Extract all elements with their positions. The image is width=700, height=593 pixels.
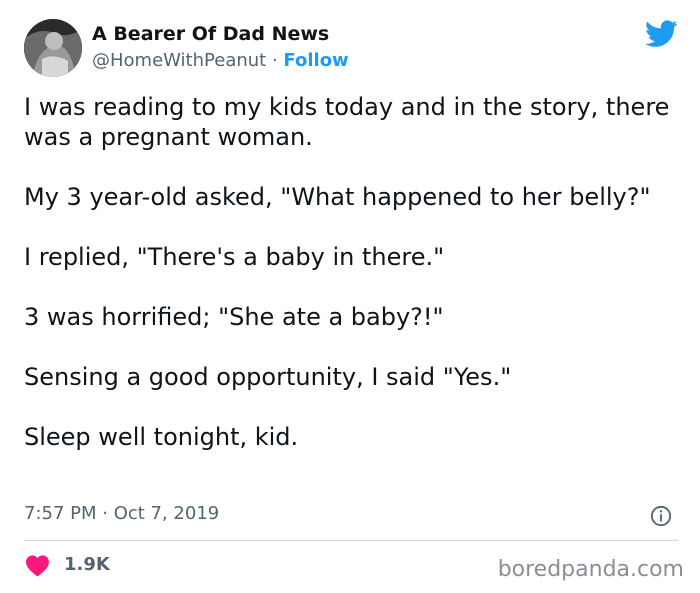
tweet-paragraph: 3 was horrified; "She ate a baby?!" — [24, 303, 444, 331]
tweet-text: I was reading to my kids today and in th… — [24, 92, 684, 452]
tweet-paragraph: My 3 year-old asked, "What happened to h… — [24, 183, 651, 211]
tweet-paragraph: I was reading to my kids today and in th… — [24, 93, 670, 151]
like-count[interactable]: 1.9K — [64, 554, 110, 575]
tweet-paragraph: Sleep well tonight, kid. — [24, 423, 299, 451]
avatar-image — [24, 19, 82, 77]
twitter-bird-icon[interactable] — [645, 20, 678, 48]
tweet-timestamp[interactable]: 7:57 PM · Oct 7, 2019 — [24, 503, 219, 524]
follow-button[interactable]: Follow — [283, 50, 348, 71]
author-meta: @HomeWithPeanut · Follow — [92, 50, 349, 71]
tweet-card: A Bearer Of Dad News @HomeWithPeanut · F… — [0, 0, 700, 593]
source-watermark: boredpanda.com — [497, 557, 684, 582]
author-display-name[interactable]: A Bearer Of Dad News — [92, 23, 329, 45]
separator-dot: · — [271, 50, 278, 71]
info-icon[interactable] — [650, 505, 672, 527]
tweet-paragraph: I replied, "There's a baby in there." — [24, 243, 445, 271]
divider — [24, 540, 678, 541]
author-handle[interactable]: @HomeWithPeanut — [92, 50, 266, 71]
tweet-paragraph: Sensing a good opportunity, I said "Yes.… — [24, 363, 512, 391]
heart-icon[interactable] — [25, 554, 50, 577]
avatar[interactable] — [24, 19, 82, 77]
